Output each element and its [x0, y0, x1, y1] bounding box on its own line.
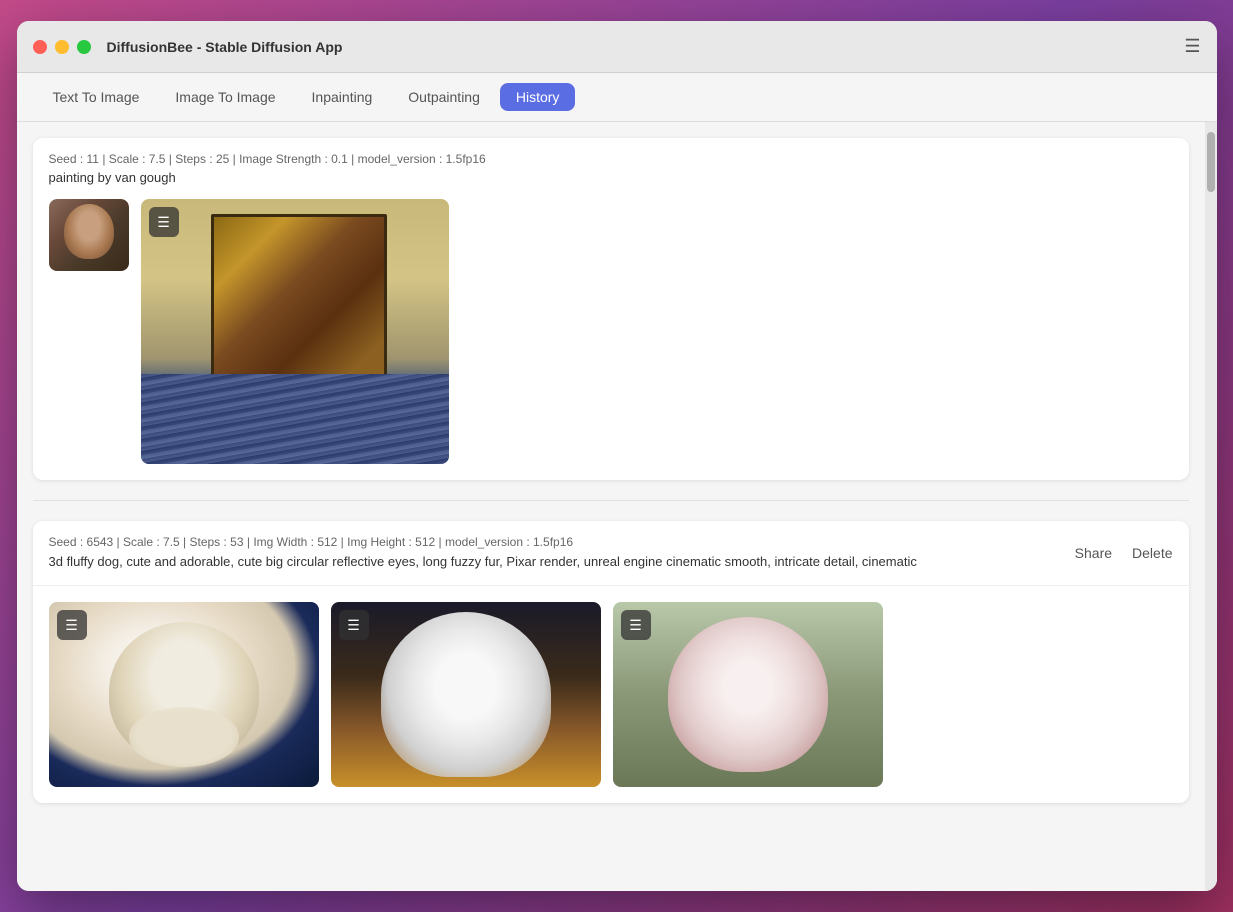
vangogh-result-image [141, 199, 449, 464]
dog-image-3 [613, 602, 883, 787]
tab-history[interactable]: History [500, 83, 576, 111]
scrollbar-track[interactable] [1205, 122, 1217, 891]
entry-dog-prompt: 3d fluffy dog, cute and adorable, cute b… [49, 553, 1173, 571]
delete-button[interactable]: Delete [1132, 545, 1172, 561]
window-title: DiffusionBee - Stable Diffusion App [107, 39, 1185, 55]
navbar: Text To Image Image To Image Inpainting … [17, 73, 1217, 122]
history-entry-vangogh: Seed : 11 | Scale : 7.5 | Steps : 25 | I… [33, 138, 1189, 480]
dog-image-1 [49, 602, 319, 787]
entry-vangogh-meta-row: Seed : 11 | Scale : 7.5 | Steps : 25 | I… [33, 138, 1189, 199]
entry-dog-actions: Share Delete [1075, 545, 1173, 561]
menu-icon[interactable]: ☰ [1184, 36, 1200, 57]
vangogh-image-menu-button[interactable]: ☰ [149, 207, 179, 237]
content-area: Seed : 11 | Scale : 7.5 | Steps : 25 | I… [17, 122, 1217, 891]
dog-image-1-menu-button[interactable]: ☰ [57, 610, 87, 640]
dog-image-3-menu-button[interactable]: ☰ [621, 610, 651, 640]
tab-image-to-image[interactable]: Image To Image [159, 83, 291, 111]
dog-image-2-menu-button[interactable]: ☰ [339, 610, 369, 640]
dog-image-3-container[interactable]: ☰ [613, 602, 883, 787]
app-window: DiffusionBee - Stable Diffusion App ☰ Te… [17, 21, 1217, 891]
entry-vangogh-meta: Seed : 11 | Scale : 7.5 | Steps : 25 | I… [49, 152, 1173, 166]
entry-dog-meta-row: Seed : 6543 | Scale : 7.5 | Steps : 53 |… [33, 521, 1189, 586]
minimize-button[interactable] [55, 40, 69, 54]
scrollbar-thumb[interactable] [1207, 132, 1215, 192]
source-avatar-image [49, 199, 129, 271]
dog-image-2 [331, 602, 601, 787]
entry-dog-images: ☰ ☰ ☰ [33, 586, 1189, 803]
vangogh-result-container[interactable]: ☰ [141, 199, 449, 464]
maximize-button[interactable] [77, 40, 91, 54]
dog-image-2-container[interactable]: ☰ [331, 602, 601, 787]
titlebar: DiffusionBee - Stable Diffusion App ☰ [17, 21, 1217, 73]
section-divider [33, 500, 1189, 501]
history-scroll[interactable]: Seed : 11 | Scale : 7.5 | Steps : 25 | I… [17, 122, 1205, 891]
source-avatar-container [49, 199, 129, 464]
entry-dog-meta: Seed : 6543 | Scale : 7.5 | Steps : 53 |… [49, 535, 1173, 549]
tab-text-to-image[interactable]: Text To Image [37, 83, 156, 111]
dog-image-1-container[interactable]: ☰ [49, 602, 319, 787]
tab-inpainting[interactable]: Inpainting [296, 83, 389, 111]
entry-vangogh-prompt: painting by van gough [49, 170, 1173, 185]
history-entry-dog: Seed : 6543 | Scale : 7.5 | Steps : 53 |… [33, 521, 1189, 803]
tab-outpainting[interactable]: Outpainting [392, 83, 496, 111]
close-button[interactable] [33, 40, 47, 54]
share-button[interactable]: Share [1075, 545, 1112, 561]
entry-vangogh-images: ☰ [33, 199, 1189, 480]
traffic-lights [33, 40, 91, 54]
